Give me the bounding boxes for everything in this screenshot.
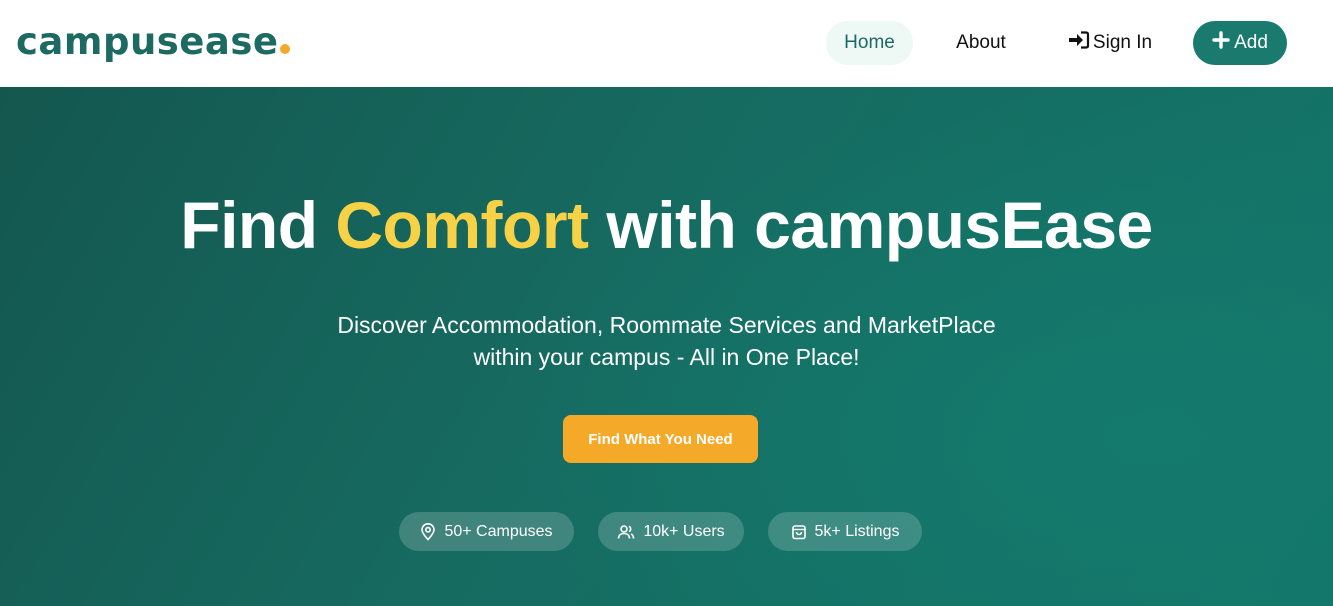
map-pin-icon [420, 522, 436, 541]
brand-name: campusease [16, 20, 279, 63]
nav-about-label: About [956, 32, 1006, 53]
add-button[interactable]: Add [1193, 21, 1287, 65]
plus-icon [1212, 31, 1230, 55]
nav-home-link[interactable]: Home [826, 21, 913, 65]
logo-dot [280, 44, 291, 54]
hero-subtitle: Discover Accommodation, Roommate Service… [0, 309, 1333, 373]
cta-label: Find What You Need [588, 430, 733, 448]
find-what-you-need-button[interactable]: Find What You Need [563, 415, 758, 463]
sign-in-button[interactable]: Sign In [1060, 21, 1160, 65]
stat-users: 10k+ Users [598, 512, 744, 551]
hero-section: Find Comfort with campusEase Discover Ac… [0, 87, 1333, 606]
sign-in-label: Sign In [1092, 32, 1153, 53]
navbar: campusease Home About Sign In Add [0, 0, 1333, 87]
hero-subtitle-line2: within your campus - All in One Place! [473, 344, 860, 370]
hero-title-part1: Find [180, 188, 318, 262]
hero-subtitle-line1: Discover Accommodation, Roommate Service… [337, 312, 996, 338]
nav-about-link[interactable]: About [937, 21, 1025, 65]
brand-logo[interactable]: campusease [16, 20, 291, 63]
stat-label: 10k+ Users [643, 522, 725, 540]
stat-campuses: 50+ Campuses [399, 512, 574, 551]
hero-title-accent: Comfort [335, 188, 589, 262]
stat-label: 5k+ Listings [814, 522, 900, 540]
stat-listings: 5k+ Listings [768, 512, 922, 551]
hero-title-part2: with campusEase [606, 188, 1153, 262]
hero-title: Find Comfort with campusEase [0, 187, 1333, 263]
shopping-bag-icon [791, 523, 807, 540]
sign-in-icon [1068, 31, 1090, 55]
stat-label: 50+ Campuses [444, 522, 553, 540]
add-label: Add [1234, 32, 1268, 53]
nav-home-label: Home [844, 32, 895, 53]
users-icon [617, 524, 635, 540]
